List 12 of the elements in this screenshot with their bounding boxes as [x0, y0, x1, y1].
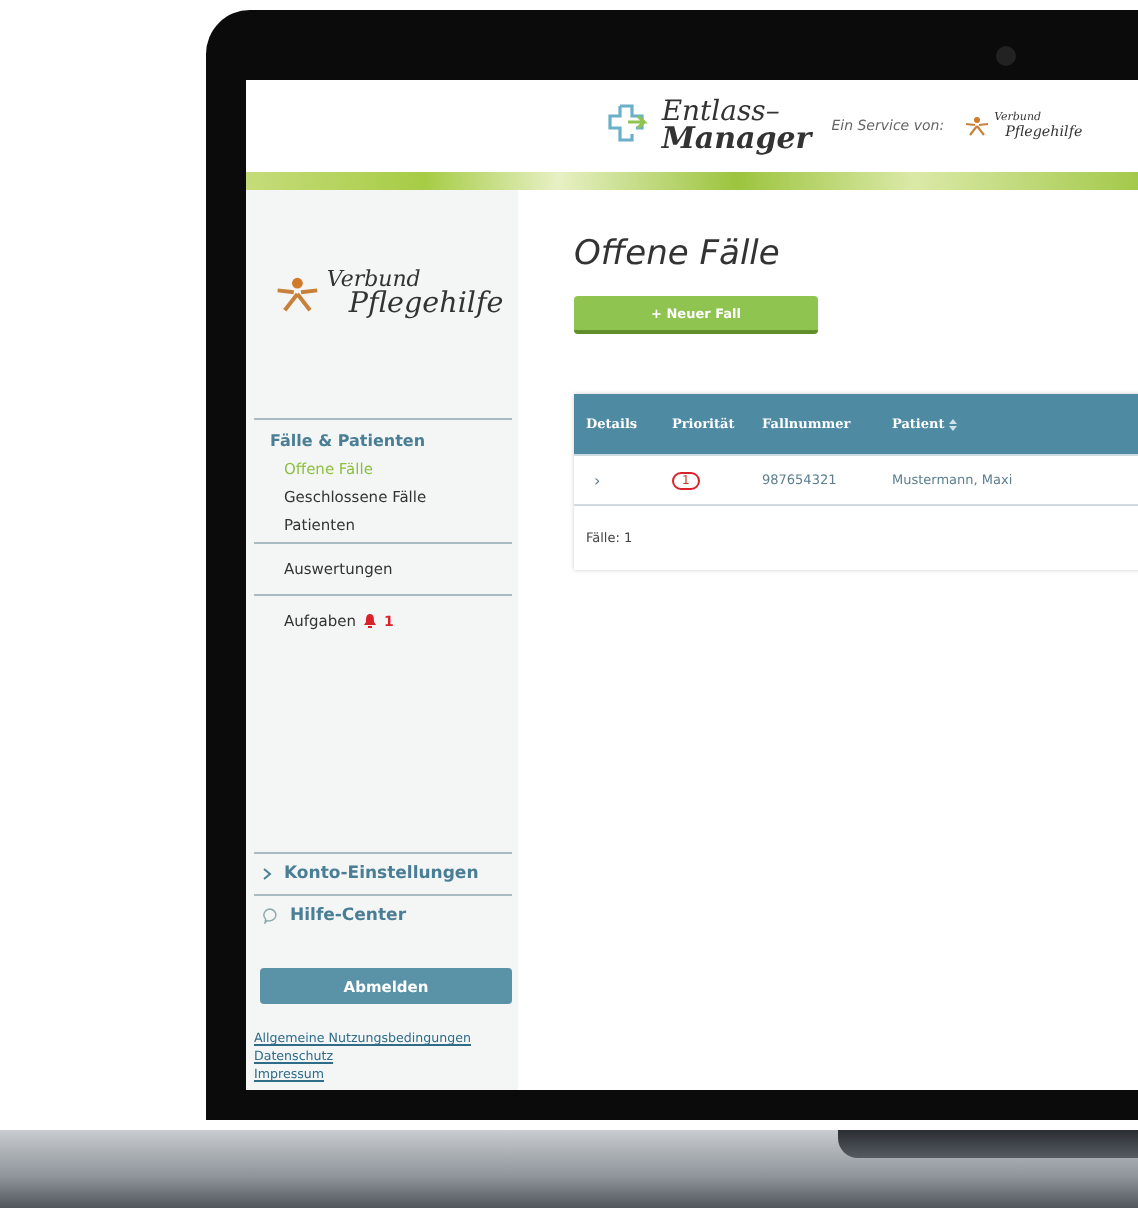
camera-dot	[996, 46, 1016, 66]
chevron-icon	[262, 868, 272, 880]
page-title: Offene Fälle	[574, 234, 782, 274]
nav-heading: Fälle & Patienten	[268, 432, 428, 450]
expand-toggle[interactable]: ›	[574, 471, 660, 489]
account-settings-link[interactable]: Konto-Einstellungen	[284, 864, 479, 884]
sidebar-logo-text: Verbund Pflegehilfe	[326, 268, 504, 320]
bell-icon	[364, 614, 377, 628]
speech-bubble-icon	[262, 908, 278, 924]
help-center-link[interactable]: Hilfe-Center	[290, 906, 407, 926]
app-logo-text: Entlass– Manager	[661, 100, 812, 152]
sort-icon[interactable]	[948, 417, 959, 431]
